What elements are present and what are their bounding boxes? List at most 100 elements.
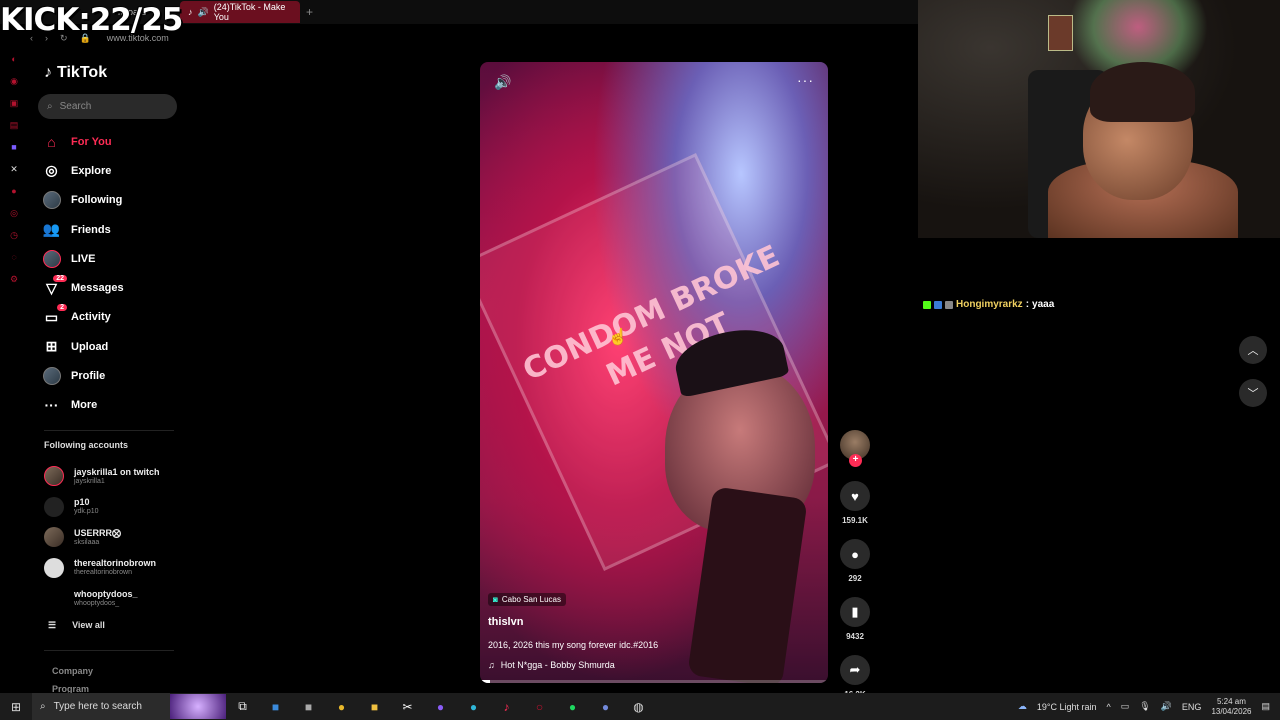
sidebar-app-icon[interactable]: ◎ <box>10 202 18 224</box>
sidebar-app-icon[interactable]: ▤ <box>10 114 19 136</box>
nav-profile[interactable]: Profile <box>42 361 182 390</box>
like-button[interactable]: ♥ <box>840 481 870 511</box>
avatar <box>44 527 64 548</box>
activity-icon: ▭ 2 <box>42 303 67 327</box>
account-item[interactable]: USERRR⨂ sksilaaa <box>44 522 184 553</box>
sidebar-app-icon[interactable]: ◌ <box>11 246 16 268</box>
location-pin-icon: ◙ <box>493 595 498 604</box>
app-icon[interactable]: ■ <box>292 700 325 714</box>
outlook-icon[interactable]: ■ <box>259 700 292 714</box>
following-avatar <box>42 191 61 210</box>
taskbar-clock[interactable]: 5:24 am 13/04/2026 <box>1211 697 1251 717</box>
sidebar-app-icon[interactable]: ▣ <box>10 92 19 114</box>
tiktok-app-icon[interactable]: ♪ <box>490 700 523 714</box>
discord-icon[interactable]: ● <box>589 700 622 714</box>
account-handle: sksilaaa <box>74 538 100 546</box>
chrome-icon[interactable]: ● <box>325 700 358 714</box>
compass-icon: ◎ <box>45 162 58 179</box>
previous-video-button[interactable]: ︿ <box>1239 336 1267 364</box>
kick-badge-icon <box>923 300 931 309</box>
nav-upload[interactable]: ⊞ Upload <box>42 332 182 361</box>
twitch-icon[interactable]: ■ <box>11 136 16 158</box>
avatar <box>44 557 64 578</box>
search-highlight-image[interactable] <box>170 694 226 719</box>
live-avatar <box>42 249 61 268</box>
nav-label: More <box>71 399 98 412</box>
creator-avatar[interactable]: + <box>840 430 870 467</box>
nav-label: Following <box>71 194 123 207</box>
task-view-icon[interactable]: ⧉ <box>226 699 259 714</box>
video-progress-bar[interactable] <box>480 680 828 683</box>
nav-following[interactable]: Following <box>42 186 182 215</box>
nav-live[interactable]: LIVE <box>42 244 182 273</box>
search-input[interactable]: ⌕ Search <box>38 94 177 119</box>
webcam-hat <box>1090 62 1195 122</box>
video-author[interactable]: thislvn <box>488 616 523 628</box>
tiktok-logo[interactable]: ♪ TikTok <box>44 64 107 82</box>
microphone-icon[interactable]: 🎙 <box>1139 701 1150 712</box>
account-item[interactable]: whooptydoos_ whooptydoos_ <box>44 583 184 614</box>
profile-avatar <box>42 367 61 386</box>
taskbar-search-input[interactable]: ⌕ Type here to search <box>32 693 170 720</box>
nav-activity[interactable]: ▭ 2 Activity <box>42 303 182 332</box>
account-item[interactable]: jayskrilla1 on twitch jayskrilla1 <box>44 461 184 492</box>
file-explorer-icon[interactable]: ■ <box>358 700 391 714</box>
account-item[interactable]: therealtorinobrown therealtorinobrown <box>44 553 184 584</box>
main-nav: ⌂ For You ◎ Explore Following 👥 Friends … <box>42 127 182 420</box>
nav-label: Profile <box>71 370 106 383</box>
clock-time: 5:24 am <box>1217 696 1246 706</box>
nav-label: Friends <box>71 223 111 236</box>
capcut-icon[interactable]: ✂ <box>391 700 424 714</box>
settings-icon[interactable]: ⚙ <box>10 268 18 290</box>
volume-icon[interactable]: 🔊 <box>1161 701 1172 712</box>
nav-friends[interactable]: 👥 Friends <box>42 215 182 244</box>
tiktok-note-icon: ♪ <box>44 64 52 81</box>
share-icon: ➦ <box>849 662 861 677</box>
music-tag[interactable]: ♫ Hot N*gga - Bobby Shmurda <box>488 660 615 670</box>
nav-label: Activity <box>71 311 111 324</box>
clock-icon[interactable]: ◷ <box>10 224 18 246</box>
edge-icon[interactable]: ● <box>457 700 490 714</box>
mouse-cursor-icon: ☝ <box>608 329 628 346</box>
tab-tiktok[interactable]: ♪ 🔊 (24)TikTok - Make You <box>180 1 300 23</box>
view-all-link[interactable]: ☰ View all <box>48 620 105 631</box>
nav-messages[interactable]: ▽ 22 Messages <box>42 273 182 302</box>
more-options-icon[interactable]: ··· <box>797 72 814 88</box>
account-item[interactable]: p10 ydk.p10 <box>44 492 184 523</box>
windows-start-icon[interactable]: ⊞ <box>0 700 32 714</box>
obs-icon[interactable]: ◍ <box>622 700 655 714</box>
tray-chevron-icon[interactable]: ^ <box>1107 702 1111 712</box>
chat-message: Hongimyrarkz : yaaa <box>923 299 1054 310</box>
video-player[interactable]: CONDOM BROKE ME NOT 🔊 ··· ◙ Cabo San Luc… <box>480 62 828 683</box>
sidebar-app-icon[interactable]: ◐ <box>11 48 16 70</box>
notification-icon[interactable]: ▤ <box>1261 701 1270 712</box>
divider <box>44 650 174 651</box>
opera-icon[interactable]: ○ <box>523 700 556 714</box>
nav-more[interactable]: ··· More <box>42 391 182 420</box>
language-indicator[interactable]: ENG <box>1182 702 1202 712</box>
account-handle: ydk.p10 <box>74 508 99 516</box>
spotify-icon[interactable]: ● <box>556 700 589 714</box>
sidebar-app-icon[interactable]: ◉ <box>10 70 18 92</box>
volume-icon[interactable]: 🔊 <box>494 74 511 91</box>
footer-link-company[interactable]: Company <box>52 662 93 680</box>
weather-text[interactable]: 19°C Light rain <box>1037 702 1097 712</box>
nav-for-you[interactable]: ⌂ For You <box>42 127 182 156</box>
comment-button[interactable]: ● <box>840 539 870 569</box>
next-video-button[interactable]: ﹀ <box>1239 379 1267 407</box>
network-icon[interactable]: ▭ <box>1121 701 1130 712</box>
follow-plus-icon[interactable]: + <box>849 454 862 467</box>
sidebar-app-icon[interactable]: ● <box>11 180 16 202</box>
webcam-overlay <box>918 0 1280 238</box>
nav-label: LIVE <box>71 252 96 265</box>
app-icon[interactable]: ● <box>424 700 457 714</box>
location-tag[interactable]: ◙ Cabo San Lucas <box>488 593 566 606</box>
share-button[interactable]: ➦ <box>840 655 870 685</box>
save-button[interactable]: ▮ <box>840 597 870 627</box>
x-icon[interactable]: ✕ <box>10 158 18 180</box>
speaker-icon[interactable]: 🔊 <box>198 7 209 18</box>
new-tab-button[interactable]: + <box>300 5 319 19</box>
badge-icon <box>945 300 953 309</box>
nav-explore[interactable]: ◎ Explore <box>42 156 182 185</box>
account-name: therealtorinobrown <box>74 558 157 569</box>
